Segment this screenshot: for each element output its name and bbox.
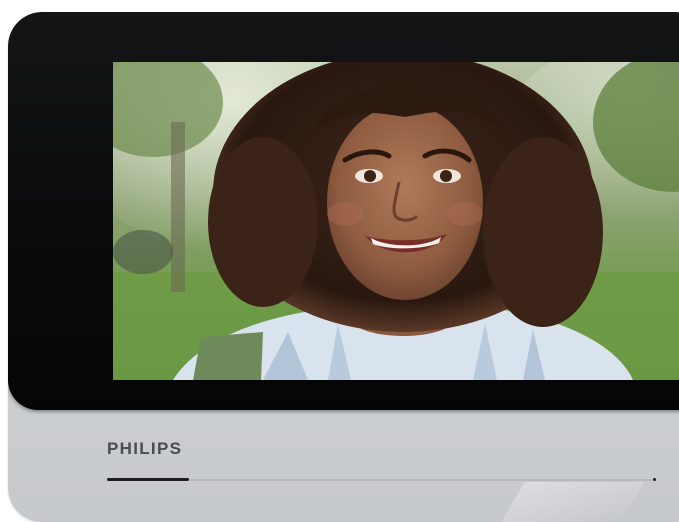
intercom-monitor: PHILIPS bbox=[8, 12, 679, 522]
progress-fill bbox=[107, 478, 189, 481]
video-screen bbox=[113, 62, 679, 380]
brand-logo: PHILIPS bbox=[107, 439, 183, 458]
progress-track bbox=[107, 478, 652, 481]
surface-reflection bbox=[501, 482, 645, 522]
indicator-dot bbox=[653, 478, 656, 481]
video-feed-image bbox=[113, 62, 679, 380]
screen-bezel bbox=[8, 12, 679, 410]
